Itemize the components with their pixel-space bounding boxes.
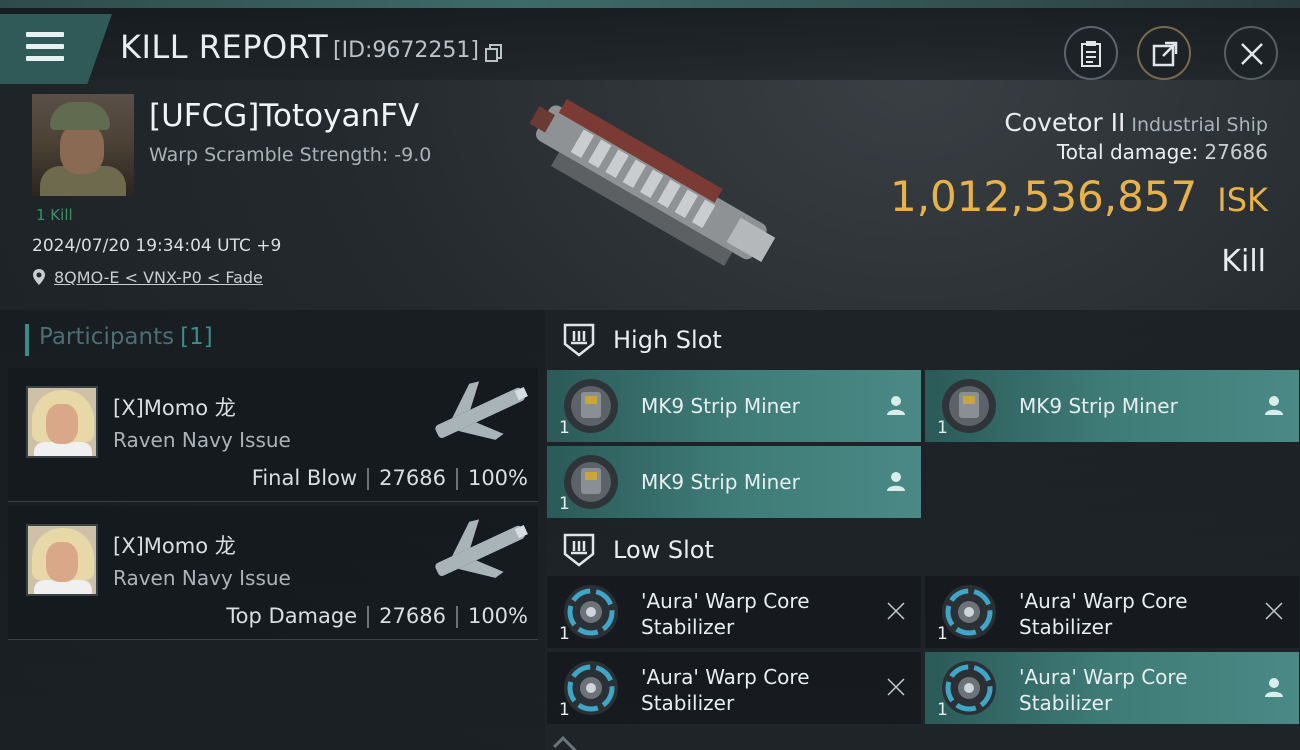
copy-icon[interactable] <box>485 44 503 62</box>
participant-portrait <box>26 524 98 596</box>
module-name: MK9 Strip Miner <box>1019 394 1178 418</box>
participant-percent: 100% <box>467 466 528 490</box>
total-damage-label: Total damage: <box>1056 140 1199 164</box>
participant-damage: 27686 <box>379 466 446 490</box>
participant-ship-image <box>435 519 528 578</box>
module-name: 'Aura' Warp Core Stabilizer <box>641 665 810 715</box>
close-button[interactable] <box>1224 26 1278 80</box>
person-icon <box>1265 678 1283 697</box>
kill-timestamp: 2024/07/20 19:34:04 UTC +9 <box>32 236 282 256</box>
warp-core-stabilizer-icon <box>564 661 618 715</box>
module-item[interactable]: 1 MK9 Strip Miner <box>547 446 921 518</box>
module-name: 'Aura' Warp Core Stabilizer <box>641 589 810 639</box>
x-icon <box>1264 601 1284 621</box>
participant-name: [X]Momo 龙 <box>113 534 236 558</box>
low-slot-header: Low Slot <box>545 520 1300 578</box>
clipboard-icon <box>1081 41 1101 67</box>
participants-header: Participants [1] <box>25 324 213 356</box>
total-damage: Total damage: 27686 <box>1057 140 1268 164</box>
module-item[interactable]: 1 'Aura' Warp Core Stabilizer <box>547 576 921 648</box>
module-name: MK9 Strip Miner <box>641 470 800 494</box>
victim-portrait[interactable] <box>32 94 134 196</box>
strip-miner-icon <box>942 379 996 433</box>
clipboard-button[interactable] <box>1064 26 1118 80</box>
warp-scramble-strength: Warp Scramble Strength: -9.0 <box>149 144 432 166</box>
isk-unit: ISK <box>1217 181 1268 219</box>
warp-core-stabilizer-icon <box>942 661 996 715</box>
module-quantity: 1 <box>937 624 948 644</box>
module-quantity: 1 <box>559 418 570 438</box>
menu-icon <box>26 32 64 64</box>
module-quantity: 1 <box>937 418 948 438</box>
module-quantity: 1 <box>559 624 570 644</box>
module-quantity: 1 <box>937 700 948 720</box>
close-icon <box>1241 43 1263 65</box>
participant-portrait <box>26 386 98 458</box>
kill-location-link[interactable]: 8QMO-E < VNX-P0 < Fade <box>54 268 263 287</box>
participant-ship-image <box>435 381 528 440</box>
participants-count: [1] <box>180 324 213 350</box>
person-icon <box>887 472 905 491</box>
module-name: MK9 Strip Miner <box>641 394 800 418</box>
report-result: Kill <box>1221 244 1266 279</box>
participant-ship: Raven Navy Issue <box>113 428 291 452</box>
participant-damage: 27686 <box>379 604 446 628</box>
module-item[interactable]: 1 MK9 Strip Miner <box>547 370 921 442</box>
victim-ship-image <box>529 98 776 267</box>
slot-shield-icon <box>563 323 595 357</box>
module-item[interactable]: 1 'Aura' Warp Core Stabilizer <box>925 652 1299 724</box>
module-quantity: 1 <box>559 494 570 514</box>
participant-role: Final Blow <box>251 466 358 490</box>
menu-button[interactable] <box>0 14 112 84</box>
fitting-panel: High Slot 1 MK9 Strip Miner 1 MK9 Strip … <box>545 310 1300 750</box>
module-quantity: 1 <box>559 700 570 720</box>
participant-row[interactable]: [X]Momo 龙 Raven Navy Issue Final Blow 276… <box>8 368 538 502</box>
x-icon <box>886 601 906 621</box>
header-bar: KILL REPORT [ID:9672251] <box>0 8 1300 84</box>
top-accent-line <box>0 0 1300 8</box>
participant-name: [X]Momo 龙 <box>113 396 236 420</box>
report-id: [ID:9672251] <box>333 38 479 63</box>
participant-row[interactable]: [X]Momo 龙 Raven Navy Issue Top Damage 276… <box>8 506 538 640</box>
page-title: KILL REPORT <box>120 28 329 66</box>
warp-core-stabilizer-icon <box>564 585 618 639</box>
strip-miner-icon <box>564 379 618 433</box>
participant-role: Top Damage <box>226 604 358 628</box>
victim-name[interactable]: [UFCG]TotoyanFV <box>149 98 419 134</box>
ship-name[interactable]: Covetor II <box>1004 108 1125 137</box>
ship-class: Industrial Ship <box>1131 114 1268 136</box>
share-button[interactable] <box>1137 26 1191 80</box>
strip-miner-icon <box>564 455 618 509</box>
participants-title: Participants <box>39 324 175 350</box>
location-pin-icon <box>33 269 45 285</box>
next-section-peek-icon <box>553 736 585 750</box>
isk-value: 1,012,536,857 <box>889 172 1198 221</box>
participant-percent: 100% <box>467 604 528 628</box>
share-icon <box>1152 41 1178 67</box>
module-item[interactable]: 1 MK9 Strip Miner <box>925 370 1299 442</box>
participant-stats: Top Damage 27686 100% <box>226 604 528 628</box>
warp-core-stabilizer-icon <box>942 585 996 639</box>
kill-report-screen: KILL REPORT [ID:9672251] [UFCG]TotoyanFV… <box>0 0 1300 750</box>
total-damage-value: 27686 <box>1204 140 1268 164</box>
high-slot-label: High Slot <box>613 326 722 354</box>
module-name: 'Aura' Warp Core Stabilizer <box>1019 589 1188 639</box>
victim-panel: [UFCG]TotoyanFV Warp Scramble Strength: … <box>0 80 1300 308</box>
module-item[interactable]: 1 'Aura' Warp Core Stabilizer <box>547 652 921 724</box>
participant-stats: Final Blow 27686 100% <box>252 466 528 490</box>
slot-shield-icon <box>563 533 595 567</box>
victim-ship-name: Covetor II Industrial Ship <box>1004 108 1268 137</box>
person-icon <box>887 396 905 415</box>
x-icon <box>886 677 906 697</box>
isk-value-line: 1,012,536,857 ISK <box>890 172 1268 221</box>
participants-panel: Participants [1] [X]Momo 龙 Raven Navy Iss… <box>0 310 545 750</box>
participant-ship: Raven Navy Issue <box>113 566 291 590</box>
victim-kill-count: 1 Kill <box>36 206 73 224</box>
module-name: 'Aura' Warp Core Stabilizer <box>1019 665 1188 715</box>
high-slot-header: High Slot <box>545 310 1300 368</box>
low-slot-label: Low Slot <box>613 536 714 564</box>
person-icon <box>1265 396 1283 415</box>
module-item[interactable]: 1 'Aura' Warp Core Stabilizer <box>925 576 1299 648</box>
